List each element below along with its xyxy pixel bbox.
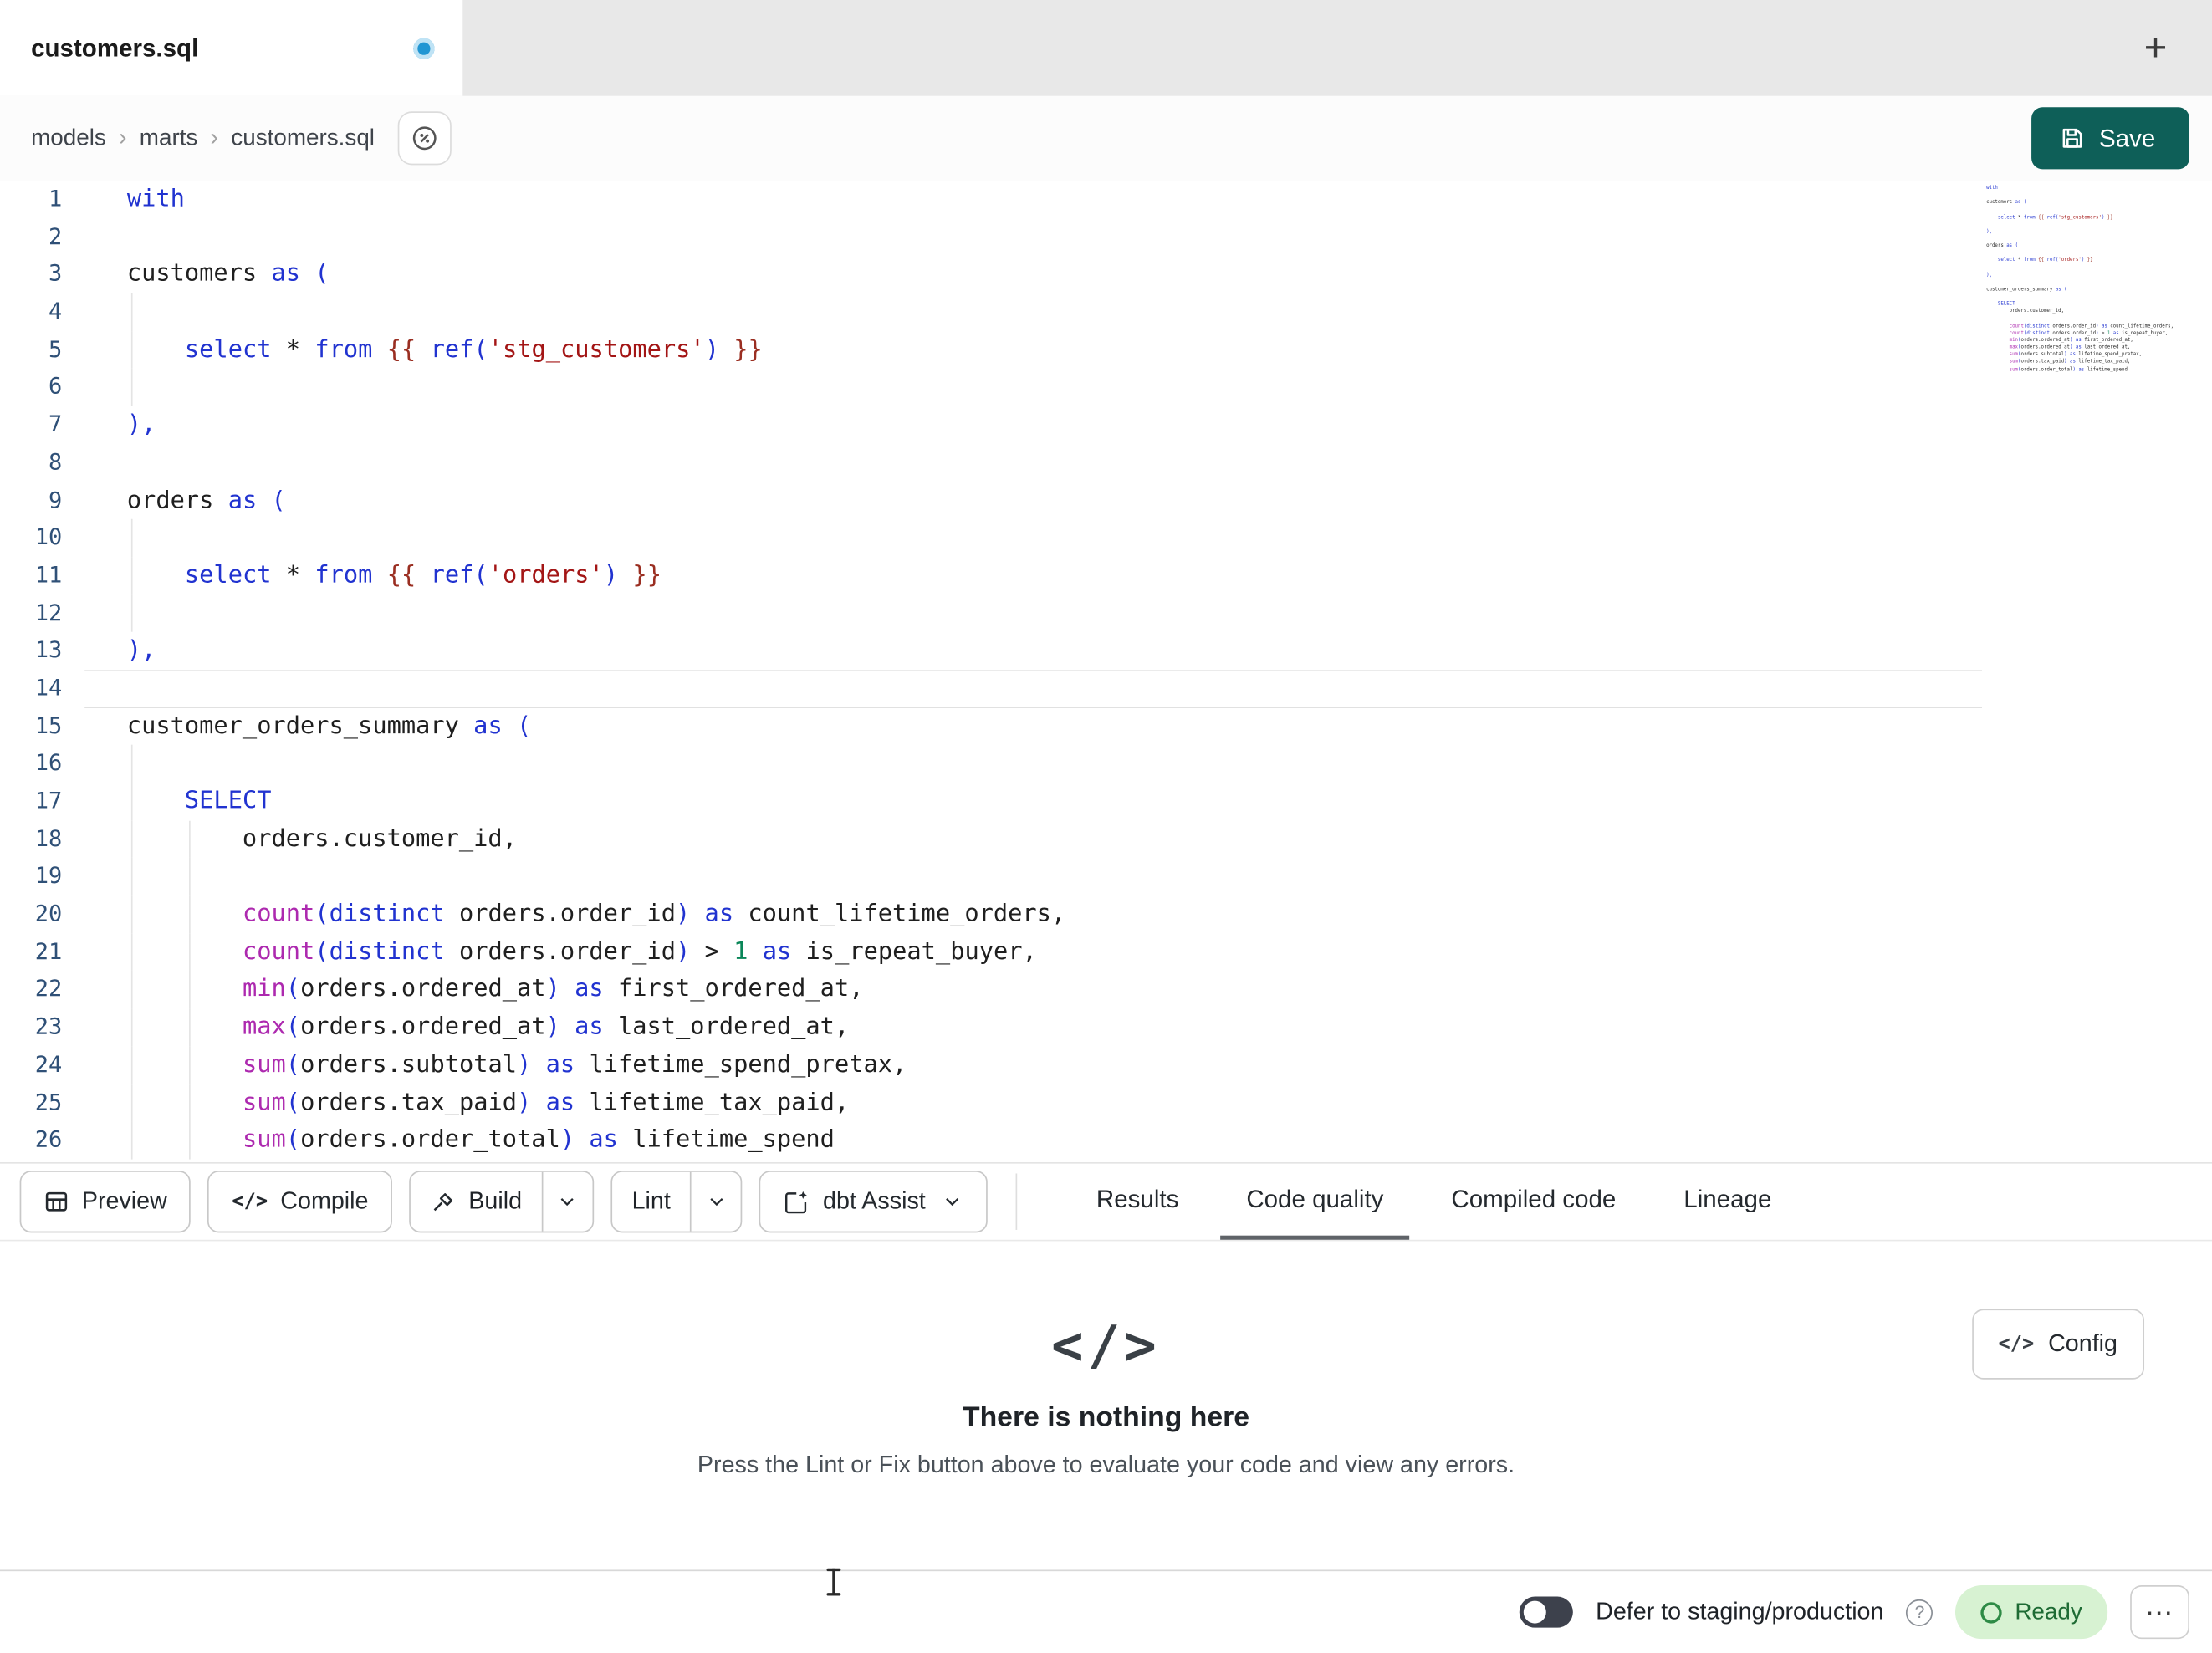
preview-label: Preview [81,1187,167,1215]
breadcrumb-marts[interactable]: marts [140,125,198,151]
config-button[interactable]: </> Config [1971,1309,2145,1380]
save-button-label: Save [2099,123,2156,152]
minimap[interactable]: with customers as ( select * from {{ ref(… [1984,185,2174,373]
lint-label: Lint [631,1187,671,1215]
config-label: Config [2048,1329,2117,1357]
status-badge: Ready [1955,1585,2108,1640]
ready-label: Ready [2015,1599,2082,1625]
format-icon [410,124,438,152]
dbt-assist-label: dbt Assist [823,1187,926,1215]
table-icon [43,1189,69,1214]
code-icon: </> [1051,1314,1161,1377]
code-icon: </> [1998,1333,2035,1356]
toggle-knob [1524,1600,1547,1624]
compile-label: Compile [280,1187,369,1215]
new-tab-button[interactable]: + [2124,0,2186,96]
code-lines[interactable]: 1 with 2 3 customers as (4 5 select * from {{… [0,181,2212,1160]
tab-lineage[interactable]: Lineage [1658,1164,1797,1240]
editor-toolbar: Preview </> Compile Build Lint dbt Assis… [0,1161,2212,1242]
code-quality-panel: </> There is nothing here Press the Lint… [0,1241,2212,1570]
tab-compiled-code[interactable]: Compiled code [1426,1164,1642,1240]
status-bar: Defer to staging/production ? Ready ⋯ [0,1569,2212,1653]
unsaved-changes-dot-icon [413,37,435,59]
breadcrumb-customers-sql[interactable]: customers.sql [231,125,375,151]
chevron-right-icon: › [119,124,127,151]
chevron-right-icon: › [210,124,219,151]
lint-button[interactable]: Lint [612,1172,690,1232]
chevron-down-icon [705,1191,728,1213]
tab-results[interactable]: Results [1071,1164,1204,1240]
tab-bar: customers.sql + [0,0,2212,96]
build-dropdown-button[interactable] [541,1171,593,1232]
hammer-icon [431,1189,456,1214]
build-label: Build [468,1187,523,1215]
preview-button[interactable]: Preview [19,1171,192,1233]
defer-toggle[interactable] [1520,1596,1574,1628]
breadcrumb-models[interactable]: models [31,125,106,151]
tab-code-quality[interactable]: Code quality [1220,1164,1409,1240]
magic-edit-icon [784,1188,810,1215]
chevron-down-icon [556,1191,579,1213]
ide-window: customers.sql + models › marts › custome… [0,0,2212,1653]
dbt-assist-button[interactable]: dbt Assist [759,1171,989,1233]
help-icon[interactable]: ? [1906,1599,1934,1626]
breadcrumb-row: models › marts › customers.sql Save [0,95,2212,181]
build-button[interactable]: Build [411,1172,542,1232]
save-icon [2060,125,2085,151]
ready-circle-icon [1980,1601,2003,1623]
lint-dropdown-button[interactable] [690,1171,741,1232]
code-editor[interactable]: 1 with 2 3 customers as (4 5 select * from {{… [0,180,2212,1162]
defer-label: Defer to staging/production [1596,1598,1884,1625]
empty-state-title: There is nothing here [962,1401,1250,1433]
save-button[interactable]: Save [2031,107,2190,170]
chevron-down-icon [941,1191,963,1213]
result-tabs: Results Code quality Compiled code Linea… [1071,1164,1797,1240]
more-options-button[interactable]: ⋯ [2130,1585,2190,1640]
compile-button[interactable]: </> Compile [207,1171,393,1233]
format-code-button[interactable] [396,111,452,166]
file-tab-customers-sql[interactable]: customers.sql [0,0,463,96]
lint-split-button: Lint [610,1171,743,1233]
code-icon: </> [232,1190,268,1213]
file-tab-title: customers.sql [31,33,199,62]
toolbar-divider [1015,1173,1018,1230]
build-split-button: Build [409,1171,595,1233]
empty-state-subtitle: Press the Lint or Fix button above to ev… [697,1451,1515,1478]
